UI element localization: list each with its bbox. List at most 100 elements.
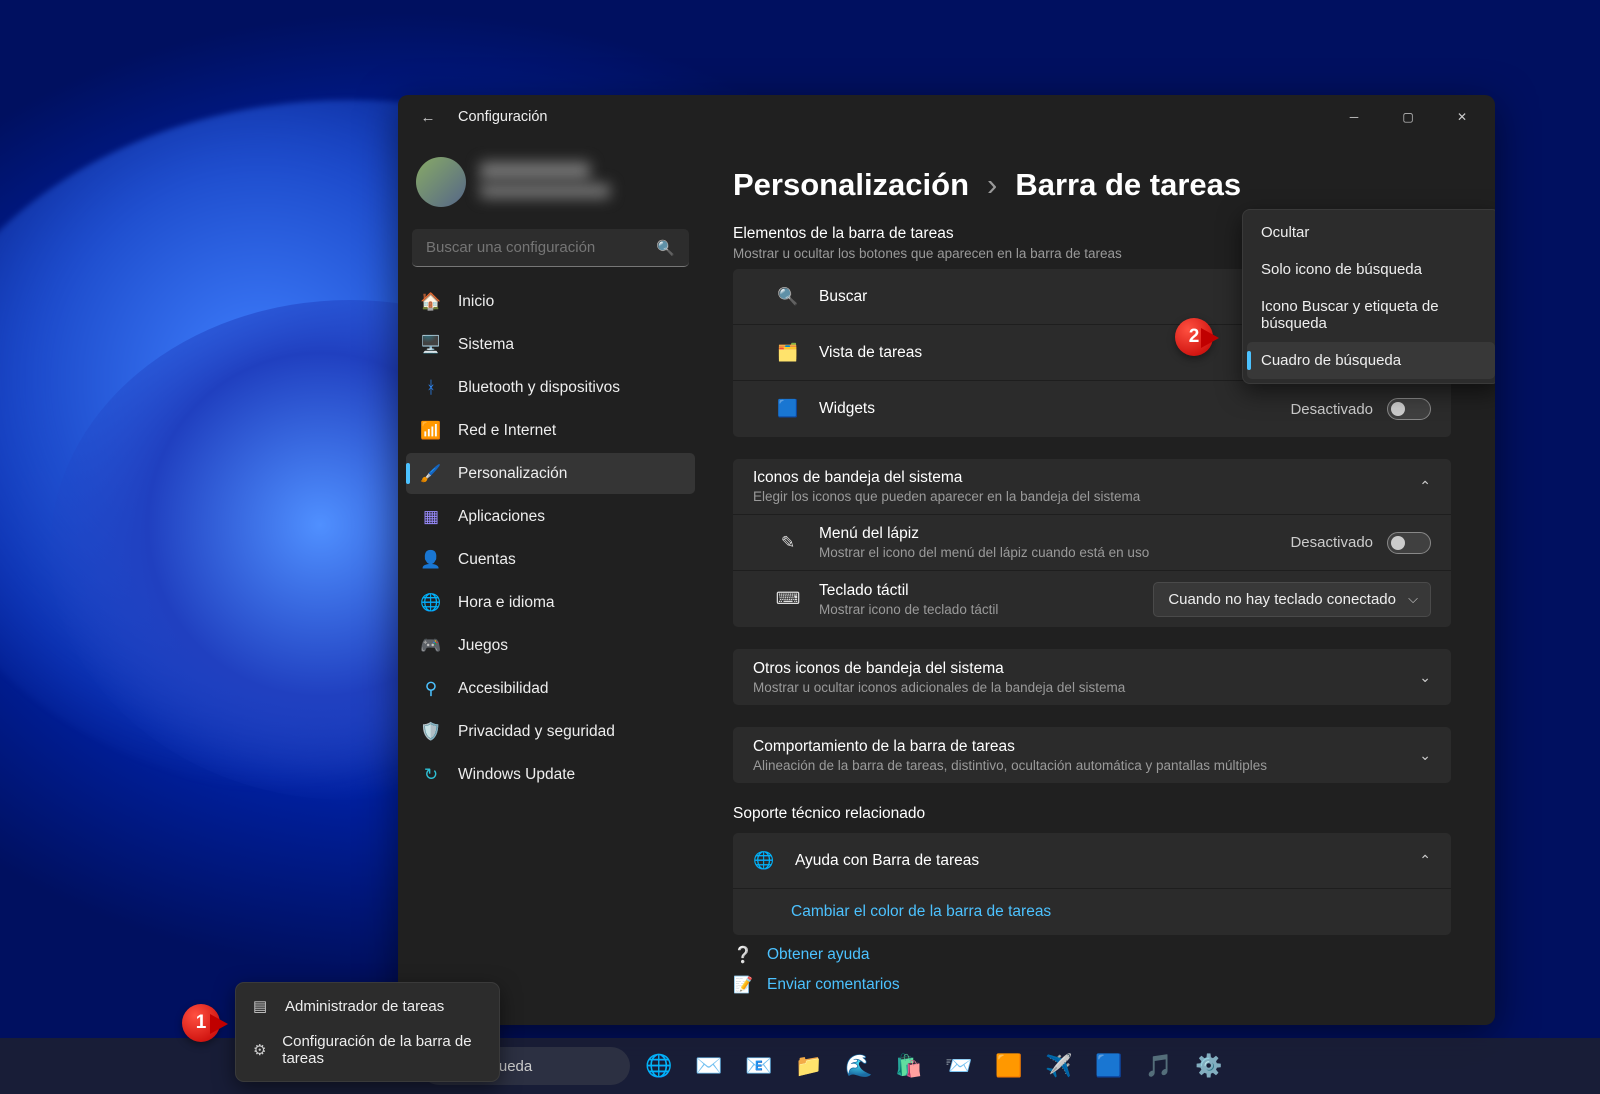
taskbar-explorer[interactable]: 📁 — [788, 1045, 830, 1087]
row-tray-icons-header[interactable]: Iconos de bandeja del sistema Elegir los… — [733, 459, 1451, 515]
taskview-icon: 🗂️ — [777, 343, 799, 363]
link-get-help[interactable]: ❔ Obtener ayuda — [733, 945, 1451, 965]
sidebar: xxxxxxx xxxxxxx 🔍 🏠 Inicio 🖥️ Sistema ᚼ Bluet… — [398, 139, 703, 1025]
support-title: Soporte técnico relacionado — [733, 805, 1451, 823]
breadcrumb-current: Barra de tareas — [1015, 167, 1241, 203]
widgets-icon: 🟦 — [777, 399, 799, 419]
nav-label: Bluetooth y dispositivos — [458, 379, 620, 397]
app-title: Configuración — [458, 109, 547, 125]
context-menu-item-1[interactable]: ⚙Configuración de la barra de tareas — [241, 1024, 494, 1076]
nav-label: Inicio — [458, 293, 494, 311]
link-send-feedback[interactable]: 📝 Enviar comentarios — [733, 975, 1451, 995]
chevron-down-icon: ⌄ — [1419, 669, 1431, 686]
widgets-toggle[interactable] — [1387, 398, 1431, 420]
nav-icon: 🛡️ — [420, 721, 442, 743]
breadcrumb: Personalización › Barra de tareas — [733, 167, 1451, 203]
profile-name-redacted: xxxxxxx — [480, 162, 590, 180]
flyout-option-2[interactable]: Icono Buscar y etiqueta de búsqueda — [1247, 288, 1495, 342]
row-taskbar-behavior[interactable]: Comportamiento de la barra de tareas Ali… — [733, 727, 1451, 783]
nav-icon: 🎮 — [420, 635, 442, 657]
breadcrumb-parent[interactable]: Personalización — [733, 167, 969, 203]
nav-icon: ↻ — [420, 764, 442, 786]
help-icon: ❔ — [733, 945, 753, 965]
taskbar-music[interactable]: 🎵 — [1138, 1045, 1180, 1087]
settings-window: ← Configuración ─ ▢ ✕ xxxxxxx xxxxxxx 🔍 … — [398, 95, 1495, 1025]
widgets-state: Desactivado — [1290, 401, 1373, 418]
settings-search[interactable]: 🔍 — [412, 229, 689, 267]
row-pen-menu: ✎ Menú del lápiz Mostrar el icono del me… — [733, 515, 1451, 571]
sidebar-item-2[interactable]: ᚼ Bluetooth y dispositivos — [406, 367, 695, 408]
sidebar-item-4[interactable]: 🖌️Personalización — [406, 453, 695, 494]
search-input[interactable] — [412, 229, 689, 267]
sidebar-item-1[interactable]: 🖥️ Sistema — [406, 324, 695, 365]
breadcrumb-separator: › — [987, 167, 997, 203]
context-menu-item-0[interactable]: ▤Administrador de tareas — [241, 988, 494, 1024]
nav-icon: 🌐 — [420, 592, 442, 614]
sidebar-item-10[interactable]: 🛡️Privacidad y seguridad — [406, 711, 695, 752]
taskbar-store[interactable]: 🛍️ — [888, 1045, 930, 1087]
taskbar-context-menu: ▤Administrador de tareas⚙Configuración d… — [235, 982, 500, 1082]
pen-state: Desactivado — [1290, 534, 1373, 551]
ctx-icon: ⚙ — [253, 1041, 268, 1059]
nav-icon: 🏠 — [420, 291, 442, 313]
flyout-option-3[interactable]: Cuadro de búsqueda — [1247, 342, 1495, 379]
sidebar-item-0[interactable]: 🏠 Inicio — [406, 281, 695, 322]
avatar — [416, 157, 466, 207]
taskbar-telegram[interactable]: ✈️ — [1038, 1045, 1080, 1087]
nav-icon: 📶 — [420, 420, 442, 442]
chevron-down-icon: ⌄ — [1419, 747, 1431, 764]
nav-label: Juegos — [458, 637, 508, 655]
flyout-option-0[interactable]: Ocultar — [1247, 214, 1495, 251]
main-content: Personalización › Barra de tareas Elemen… — [703, 139, 1495, 1025]
pen-icon: ✎ — [777, 533, 799, 553]
minimize-button[interactable]: ─ — [1327, 99, 1381, 135]
sidebar-item-9[interactable]: ⚲ Accesibilidad — [406, 668, 695, 709]
nav-icon: ⚲ — [420, 678, 442, 700]
nav-icon: 🖌️ — [420, 463, 442, 485]
row-help-taskbar[interactable]: 🌐 Ayuda con Barra de tareas ⌃ — [733, 833, 1451, 889]
feedback-icon: 📝 — [733, 975, 753, 995]
close-button[interactable]: ✕ — [1435, 99, 1489, 135]
row-widgets: 🟦 Widgets Desactivado — [733, 381, 1451, 437]
sidebar-item-6[interactable]: 👤 Cuentas — [406, 539, 695, 580]
nav-icon: ▦ — [420, 506, 442, 528]
pen-toggle[interactable] — [1387, 532, 1431, 554]
taskbar-settings[interactable]: ⚙️ — [1188, 1045, 1230, 1087]
sidebar-item-7[interactable]: 🌐 Hora e idioma — [406, 582, 695, 623]
nav-label: Red e Internet — [458, 422, 556, 440]
nav-label: Sistema — [458, 336, 514, 354]
row-other-tray[interactable]: Otros iconos de bandeja del sistema Most… — [733, 649, 1451, 705]
chevron-up-icon: ⌃ — [1419, 478, 1431, 495]
taskbar-chrome[interactable]: 🌐 — [638, 1045, 680, 1087]
nav-icon: 👤 — [420, 549, 442, 571]
nav-label: Windows Update — [458, 766, 575, 784]
search-icon: 🔍 — [656, 239, 675, 257]
chevron-up-icon: ⌃ — [1419, 852, 1431, 869]
nav-icon: 🖥️ — [420, 334, 442, 356]
nav-icon: ᚼ — [420, 377, 442, 399]
ctx-icon: ▤ — [253, 997, 271, 1015]
sidebar-item-5[interactable]: ▦ Aplicaciones — [406, 496, 695, 537]
taskbar-app-blue[interactable]: 🟦 — [1088, 1045, 1130, 1087]
sidebar-item-11[interactable]: ↻ Windows Update — [406, 754, 695, 795]
titlebar: ← Configuración ─ ▢ ✕ — [398, 95, 1495, 139]
taskbar-outlook[interactable]: 📨 — [938, 1045, 980, 1087]
nav-label: Cuentas — [458, 551, 516, 569]
maximize-button[interactable]: ▢ — [1381, 99, 1435, 135]
taskbar-mail[interactable]: 📧 — [738, 1045, 780, 1087]
sidebar-item-3[interactable]: 📶 Red e Internet — [406, 410, 695, 451]
profile-block[interactable]: xxxxxxx xxxxxxx — [406, 149, 695, 225]
sidebar-item-8[interactable]: 🎮 Juegos — [406, 625, 695, 666]
nav-label: Hora e idioma — [458, 594, 555, 612]
touch-keyboard-select[interactable]: Cuando no hay teclado conectado — [1153, 582, 1431, 617]
back-button[interactable]: ← — [416, 105, 440, 129]
sidebar-nav: 🏠 Inicio 🖥️ Sistema ᚼ Bluetooth y dispositivo… — [406, 281, 695, 795]
taskbar-edge[interactable]: 🌊 — [838, 1045, 880, 1087]
taskbar-app-orange[interactable]: 🟧 — [988, 1045, 1030, 1087]
flyout-option-1[interactable]: Solo icono de búsqueda — [1247, 251, 1495, 288]
nav-label: Accesibilidad — [458, 680, 548, 698]
link-change-taskbar-color[interactable]: Cambiar el color de la barra de tareas — [733, 889, 1451, 935]
annotation-badge-2: 2 — [1175, 318, 1213, 356]
nav-label: Aplicaciones — [458, 508, 545, 526]
taskbar-gmail[interactable]: ✉️ — [688, 1045, 730, 1087]
